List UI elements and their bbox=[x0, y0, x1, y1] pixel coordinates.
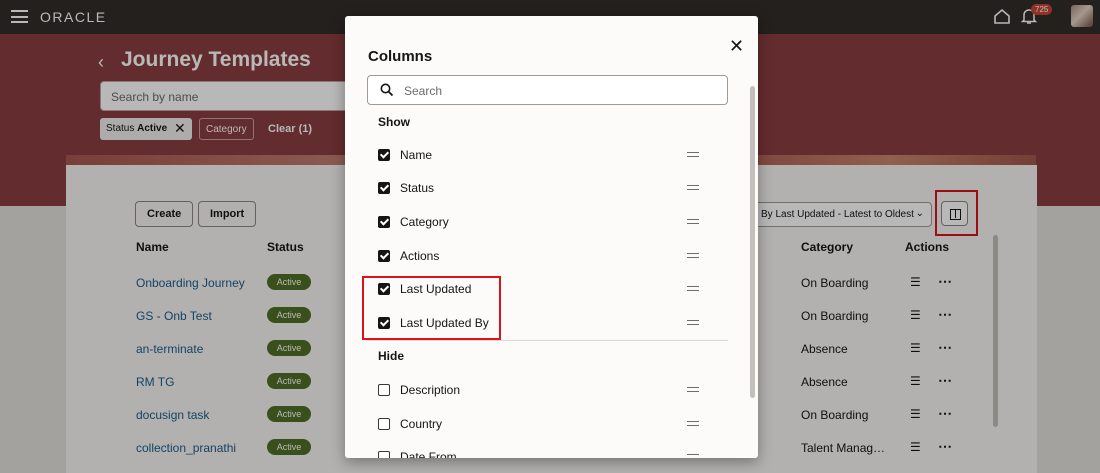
column-option-label: Actions bbox=[400, 249, 440, 263]
search-icon bbox=[380, 83, 394, 97]
column-option[interactable]: Date From bbox=[378, 448, 700, 458]
column-search-placeholder: Search bbox=[404, 84, 443, 98]
checkbox-unchecked[interactable] bbox=[378, 451, 390, 458]
drag-handle-icon[interactable] bbox=[687, 253, 699, 258]
drag-handle-icon[interactable] bbox=[687, 286, 699, 291]
columns-dialog: Columns ✕ Search Show Name Status Catego… bbox=[345, 16, 758, 458]
highlight-last-updated-columns bbox=[362, 276, 501, 340]
column-option[interactable]: Country bbox=[378, 415, 700, 435]
column-option[interactable]: Actions bbox=[378, 247, 700, 267]
column-option-label: Date From bbox=[400, 450, 457, 458]
hide-section-label: Hide bbox=[378, 349, 405, 363]
drag-handle-icon[interactable] bbox=[687, 387, 699, 392]
column-option-label: Description bbox=[400, 383, 461, 397]
checkbox-checked[interactable] bbox=[378, 216, 390, 228]
section-divider bbox=[367, 340, 728, 341]
checkbox-checked[interactable] bbox=[378, 182, 390, 194]
close-icon[interactable]: ✕ bbox=[729, 36, 744, 57]
column-option-label: Category bbox=[400, 215, 449, 229]
checkbox-unchecked[interactable] bbox=[378, 384, 390, 396]
drag-handle-icon[interactable] bbox=[687, 152, 699, 157]
column-option-label: Country bbox=[400, 417, 443, 431]
drag-handle-icon[interactable] bbox=[687, 454, 699, 458]
dialog-scrollbar[interactable] bbox=[750, 86, 755, 398]
column-option[interactable]: Category bbox=[378, 213, 700, 233]
drag-handle-icon[interactable] bbox=[687, 421, 699, 426]
drag-handle-icon[interactable] bbox=[687, 185, 699, 190]
column-option-label: Status bbox=[400, 181, 435, 195]
column-option[interactable]: Status bbox=[378, 179, 700, 199]
checkbox-checked[interactable] bbox=[378, 250, 390, 262]
column-option[interactable]: Name bbox=[378, 146, 700, 166]
show-section-label: Show bbox=[378, 115, 410, 129]
column-option-label: Name bbox=[400, 148, 433, 162]
column-search-input[interactable]: Search bbox=[367, 75, 728, 105]
checkbox-checked[interactable] bbox=[378, 149, 390, 161]
drag-handle-icon[interactable] bbox=[687, 219, 699, 224]
column-option[interactable]: Description bbox=[378, 381, 700, 401]
dialog-title: Columns bbox=[368, 48, 433, 65]
drag-handle-icon[interactable] bbox=[687, 320, 699, 325]
checkbox-unchecked[interactable] bbox=[378, 418, 390, 430]
